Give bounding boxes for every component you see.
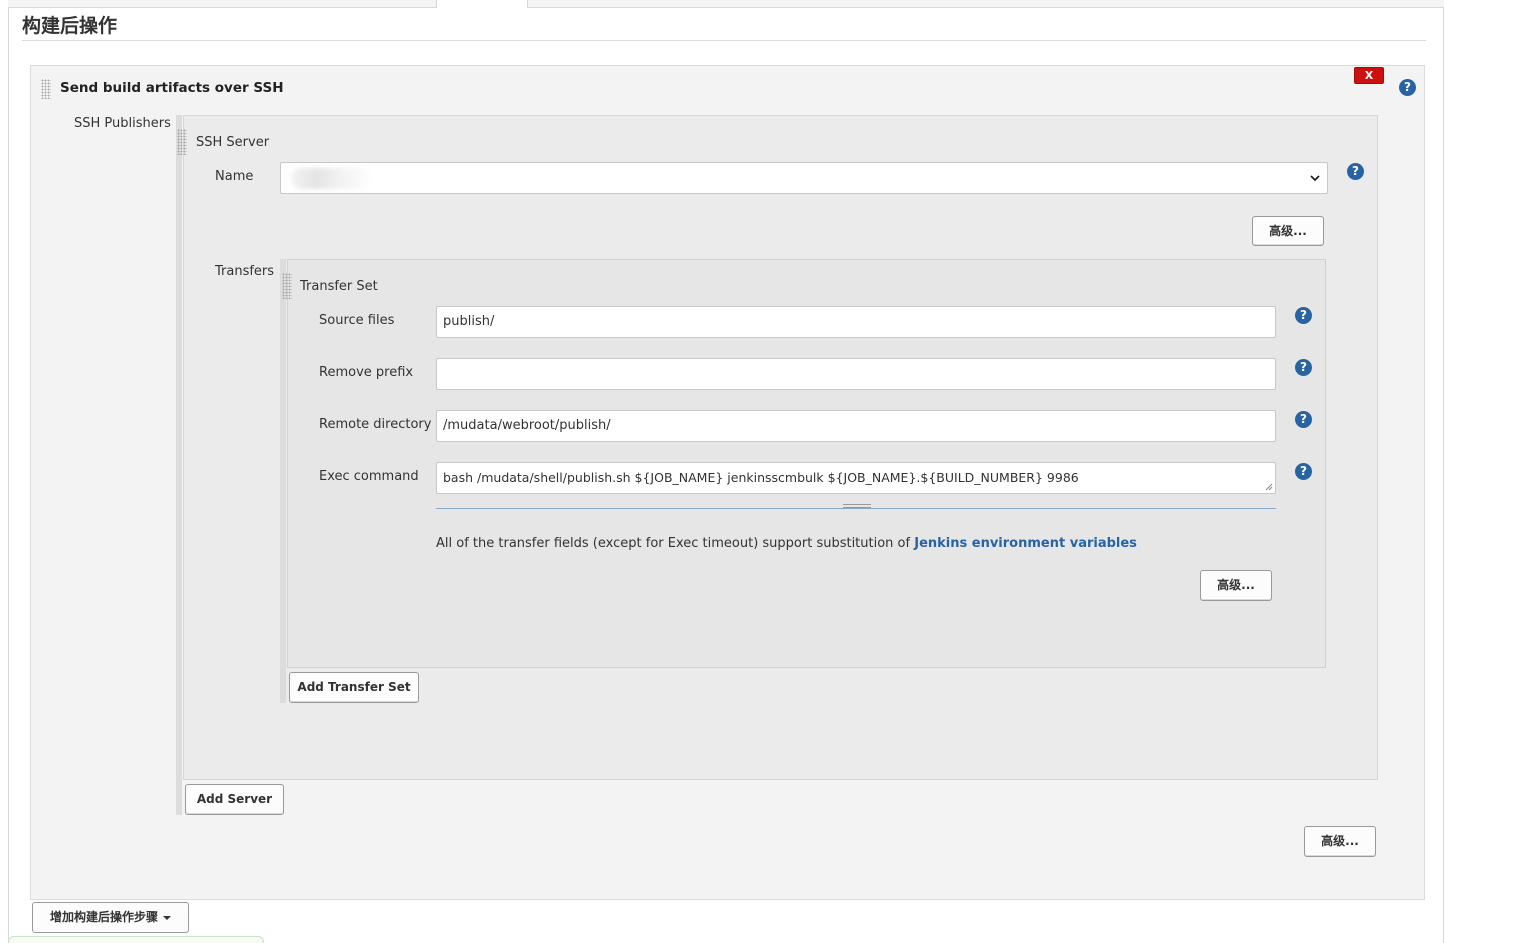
- help-icon[interactable]: ?: [1295, 411, 1312, 428]
- transfer-set-title: Transfer Set: [300, 279, 378, 294]
- caret-down-icon: [163, 915, 172, 920]
- section-title: 构建后操作: [22, 12, 1426, 41]
- add-post-build-step-button[interactable]: 增加构建后操作步骤: [32, 902, 189, 933]
- drag-handle-icon[interactable]: [41, 79, 51, 99]
- textarea-expand-handle[interactable]: [843, 504, 871, 508]
- jenkins-env-vars-link[interactable]: Jenkins environment variables: [914, 536, 1137, 551]
- add-server-button[interactable]: Add Server: [185, 784, 284, 815]
- name-label: Name: [215, 169, 254, 184]
- add-post-build-step-label: 增加构建后操作步骤: [50, 910, 159, 924]
- transfers-bar: [280, 259, 286, 703]
- drag-handle-icon[interactable]: [282, 273, 292, 299]
- remote-directory-input[interactable]: /mudata/webroot/publish/: [436, 410, 1276, 442]
- transfers-label: Transfers: [215, 264, 275, 279]
- server-advanced-button[interactable]: 高级...: [1252, 216, 1324, 246]
- ssh-server-name-select[interactable]: [280, 162, 1328, 194]
- transfer-advanced-button[interactable]: 高级...: [1200, 570, 1272, 601]
- substitution-info: All of the transfer fields (except for E…: [436, 536, 1137, 551]
- ssh-publishers-bar: [176, 115, 182, 815]
- publisher-advanced-button[interactable]: 高级...: [1304, 826, 1376, 857]
- add-transfer-set-button[interactable]: Add Transfer Set: [289, 672, 419, 703]
- help-icon[interactable]: ?: [1295, 307, 1312, 324]
- page: 构建后操作 Send build artifacts over SSH X ? …: [0, 0, 1522, 943]
- help-icon[interactable]: ?: [1347, 163, 1364, 180]
- help-icon[interactable]: ?: [1295, 359, 1312, 376]
- ssh-server-title: SSH Server: [196, 135, 270, 150]
- active-tab[interactable]: [436, 0, 528, 8]
- source-files-label: Source files: [319, 313, 395, 328]
- exec-command-value: bash /mudata/shell/publish.sh ${JOB_NAME…: [443, 470, 1079, 485]
- publisher-title: Send build artifacts over SSH: [60, 80, 284, 96]
- remove-prefix-input[interactable]: [436, 358, 1276, 390]
- remote-directory-label: Remote directory: [319, 417, 432, 432]
- substitution-info-text: All of the transfer fields (except for E…: [436, 536, 915, 551]
- top-tab-strip: [8, 0, 1444, 8]
- resize-grip-icon[interactable]: [1265, 483, 1273, 491]
- exec-command-label: Exec command: [319, 469, 419, 484]
- help-icon[interactable]: ?: [1295, 463, 1312, 480]
- remove-prefix-label: Remove prefix: [319, 365, 414, 380]
- chevron-down-icon: [1310, 175, 1320, 182]
- drag-handle-icon[interactable]: [177, 129, 187, 155]
- ssh-publishers-label: SSH Publishers: [74, 116, 171, 131]
- exec-command-textarea[interactable]: bash /mudata/shell/publish.sh ${JOB_NAME…: [436, 462, 1276, 494]
- help-icon[interactable]: ?: [1399, 79, 1416, 96]
- source-files-input[interactable]: publish/: [436, 306, 1276, 338]
- delete-publisher-button[interactable]: X: [1354, 67, 1384, 84]
- redacted-server-name: [291, 168, 373, 189]
- bottom-partial-element: [8, 936, 264, 943]
